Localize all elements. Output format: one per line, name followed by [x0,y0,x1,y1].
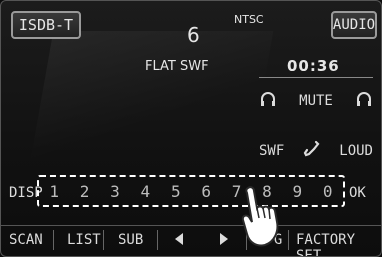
digit-9[interactable]: 9 [293,182,303,201]
digit-3[interactable]: 3 [110,182,120,201]
tv-tuner-screen: ISDB-T AUDIO 6 NTSC FLAT SWF 00:36 MUTE … [0,0,382,257]
number-keypad: 1 2 3 4 5 6 7 8 9 0 [37,175,345,207]
list-button[interactable]: LIST [67,232,101,248]
divider [53,230,54,250]
audio-button[interactable]: AUDIO [331,11,377,39]
triangle-left-icon[interactable] [173,232,185,250]
source-button[interactable]: ISDB-T [11,11,81,39]
digit-6[interactable]: 6 [201,182,211,201]
divider [157,230,158,250]
time-divider [259,77,373,78]
volume-up-icon[interactable] [355,91,373,111]
sub-button[interactable]: SUB [118,232,143,248]
pointing-hand-icon [241,186,279,247]
digit-5[interactable]: 5 [171,182,181,201]
triangle-right-icon[interactable] [218,232,230,250]
scan-button[interactable]: SCAN [9,232,43,248]
video-standard: NTSC [234,13,264,26]
phone-icon[interactable] [303,140,321,162]
divider [288,230,289,250]
loud-button[interactable]: LOUD [339,143,373,159]
mute-row: MUTE [259,91,373,111]
screen-sheen [28,31,274,171]
digit-0[interactable]: 0 [323,182,333,201]
volume-down-icon[interactable] [259,91,277,111]
divider [103,230,104,250]
mute-button[interactable]: MUTE [299,93,333,109]
clock-time: 00:36 [287,57,340,75]
swf-button[interactable]: SWF [259,143,284,159]
preset-number: 6 [187,23,200,47]
swf-row: SWF LOUD [259,140,373,162]
eq-label: FLAT SWF [145,59,209,74]
ok-button[interactable]: OK [349,185,366,201]
digit-2[interactable]: 2 [80,182,90,201]
factory-set-button[interactable]: FACTORY SET [296,232,381,256]
digit-4[interactable]: 4 [141,182,151,201]
digit-1[interactable]: 1 [49,182,59,201]
